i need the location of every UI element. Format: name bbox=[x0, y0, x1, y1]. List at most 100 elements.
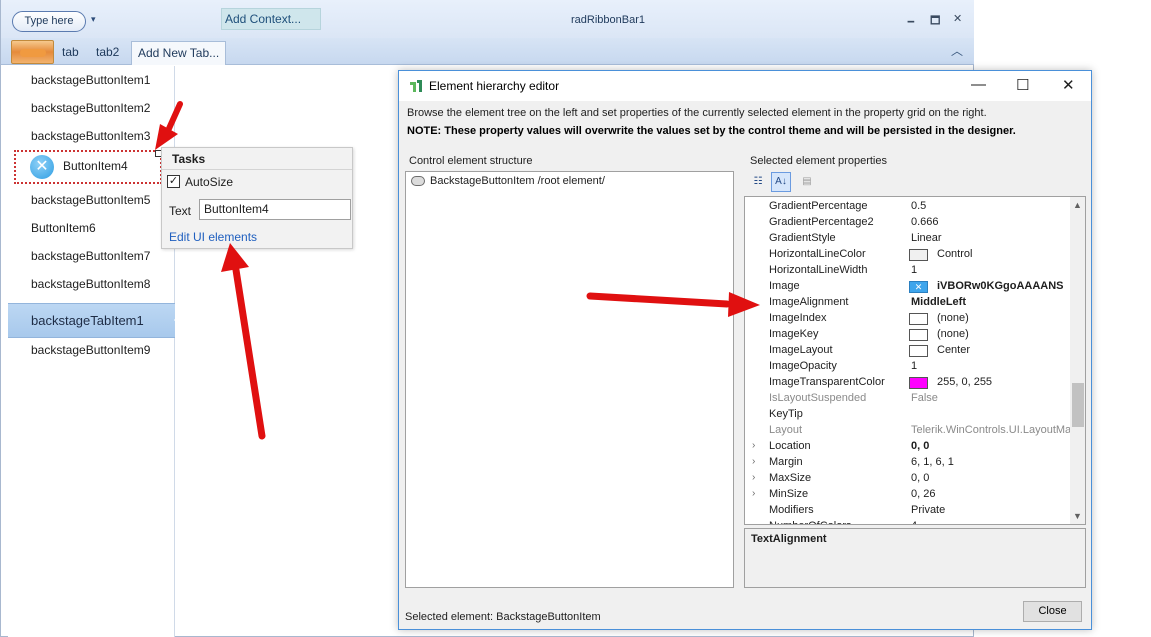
autosize-label: AutoSize bbox=[185, 175, 234, 189]
property-row[interactable]: › MaxSize 0, 0 bbox=[745, 471, 1070, 487]
property-row[interactable]: KeyTip bbox=[745, 407, 1070, 423]
property-value[interactable]: Private bbox=[911, 504, 945, 516]
add-context-tab[interactable]: Add Context... bbox=[221, 8, 321, 30]
ribbon-maximize-icon[interactable]: 🗖 bbox=[930, 12, 940, 31]
property-name: ImageTransparentColor bbox=[769, 376, 885, 388]
property-row[interactable]: › Margin 6, 1, 6, 1 bbox=[745, 455, 1070, 471]
property-name: Margin bbox=[769, 456, 803, 468]
property-row[interactable]: GradientPercentage2 0.666 bbox=[745, 215, 1070, 231]
backstage-item-selected-label[interactable]: ButtonItem4 bbox=[63, 159, 128, 173]
property-value[interactable]: (none) bbox=[937, 328, 969, 340]
expand-chevron-icon[interactable]: › bbox=[752, 472, 755, 483]
property-value[interactable]: 0, 0 bbox=[911, 472, 929, 484]
tree-root-node[interactable]: BackstageButtonItem /root element/ bbox=[430, 175, 605, 187]
backstage-item[interactable]: backstageButtonItem9 bbox=[8, 336, 175, 364]
property-value[interactable]: MiddleLeft bbox=[911, 296, 966, 308]
quick-access-type-here-button[interactable]: Type here bbox=[12, 11, 86, 32]
close-button[interactable]: Close bbox=[1023, 601, 1082, 622]
property-value[interactable]: 0.666 bbox=[911, 216, 939, 228]
property-name: MaxSize bbox=[769, 472, 812, 484]
ribbon-minimize-icon[interactable]: 🗕 bbox=[907, 12, 915, 31]
property-value[interactable]: 1 bbox=[911, 360, 917, 372]
backstage-item[interactable]: backstageButtonItem1 bbox=[8, 66, 175, 94]
backstage-item[interactable]: ButtonItem6 bbox=[8, 214, 175, 242]
property-grid-scrollbar[interactable]: ▲ ▼ bbox=[1070, 197, 1085, 524]
property-value[interactable]: (none) bbox=[937, 312, 969, 324]
property-value[interactable]: 0.5 bbox=[911, 200, 926, 212]
dialog-minimize-icon[interactable]: — bbox=[971, 76, 986, 93]
property-pages-icon[interactable]: ▤ bbox=[797, 172, 817, 192]
ribbon-caption: radRibbonBar1 bbox=[571, 14, 645, 26]
status-selected-element: Selected element: BackstageButtonItem bbox=[405, 611, 601, 623]
backstage-item[interactable]: backstageButtonItem5 bbox=[8, 186, 175, 214]
property-value[interactable]: iVBORw0KGgoAAAANS bbox=[937, 280, 1064, 292]
expand-chevron-icon[interactable]: › bbox=[752, 440, 755, 451]
property-row[interactable]: Modifiers Private bbox=[745, 503, 1070, 519]
property-row[interactable]: ImageAlignment MiddleLeft bbox=[745, 295, 1070, 311]
property-row[interactable]: HorizontalLineWidth 1 bbox=[745, 263, 1070, 279]
dialog-maximize-icon[interactable]: ☐ bbox=[1016, 76, 1029, 94]
scroll-down-icon[interactable]: ▼ bbox=[1073, 511, 1082, 521]
scroll-thumb[interactable] bbox=[1072, 383, 1084, 427]
property-row[interactable]: Image ✕ iVBORw0KGgoAAAANS bbox=[745, 279, 1070, 295]
expand-chevron-icon[interactable]: › bbox=[752, 488, 755, 499]
property-value[interactable]: 1 bbox=[911, 264, 917, 276]
property-row[interactable]: › Location 0, 0 bbox=[745, 439, 1070, 455]
edit-ui-elements-link[interactable]: Edit UI elements bbox=[169, 230, 257, 244]
property-value[interactable]: Linear bbox=[911, 232, 942, 244]
property-row[interactable]: ImageLayout Center bbox=[745, 343, 1070, 359]
property-row[interactable]: ImageTransparentColor 255, 0, 255 bbox=[745, 375, 1070, 391]
backstage-item[interactable]: backstageButtonItem2 bbox=[8, 94, 175, 122]
property-row[interactable]: ImageOpacity 1 bbox=[745, 359, 1070, 375]
property-row[interactable]: IsLayoutSuspended False bbox=[745, 391, 1070, 407]
property-value[interactable]: 0, 26 bbox=[911, 488, 935, 500]
categorized-view-icon[interactable]: ☷ bbox=[748, 172, 768, 192]
property-grid-toolbar: ☷ A↓ ▤ bbox=[745, 171, 1087, 195]
scroll-up-icon[interactable]: ▲ bbox=[1073, 200, 1082, 210]
tab-add-new[interactable]: Add New Tab... bbox=[131, 41, 227, 65]
property-value[interactable]: 255, 0, 255 bbox=[937, 376, 992, 388]
dialog-title: Element hierarchy editor bbox=[429, 79, 560, 93]
tab-tab[interactable]: tab bbox=[56, 41, 85, 65]
expand-chevron-icon[interactable]: › bbox=[752, 456, 755, 467]
backstage-item[interactable]: backstageButtonItem8 bbox=[8, 270, 175, 298]
property-row[interactable]: ImageKey (none) bbox=[745, 327, 1070, 343]
backstage-item[interactable]: backstageButtonItem3 bbox=[8, 122, 175, 150]
property-value[interactable]: Telerik.WinControls.UI.LayoutMan bbox=[911, 424, 1071, 436]
property-row[interactable]: HorizontalLineColor Control bbox=[745, 247, 1070, 263]
dialog-titlebar: Element hierarchy editor — ☐ ✕ bbox=[399, 71, 1091, 101]
backstage-menu: backstageButtonItem1 backstageButtonItem… bbox=[8, 66, 182, 637]
color-swatch bbox=[909, 377, 928, 389]
property-value[interactable]: 0, 0 bbox=[911, 440, 929, 452]
color-swatch bbox=[909, 313, 928, 325]
tasks-title: Tasks bbox=[172, 152, 206, 166]
text-field[interactable]: ButtonItem4 bbox=[199, 199, 351, 220]
property-row[interactable]: › MinSize 0, 26 bbox=[745, 487, 1070, 503]
color-swatch bbox=[909, 345, 928, 357]
autosize-checkbox[interactable]: ✓ bbox=[167, 175, 180, 188]
quick-access-dropdown-icon[interactable]: ▾ bbox=[91, 14, 96, 25]
property-value[interactable]: Control bbox=[937, 248, 972, 260]
ribbon-collapse-icon[interactable]: ︿ bbox=[951, 42, 963, 59]
property-row[interactable]: GradientStyle Linear bbox=[745, 231, 1070, 247]
properties-caption: Selected element properties bbox=[750, 155, 887, 167]
backstage-item[interactable]: backstageButtonItem7 bbox=[8, 242, 175, 270]
property-row[interactable]: Layout Telerik.WinControls.UI.LayoutMan bbox=[745, 423, 1071, 439]
property-row[interactable]: ImageIndex (none) bbox=[745, 311, 1070, 327]
property-row[interactable]: GradientPercentage 0.5 bbox=[745, 199, 1070, 215]
property-name: GradientPercentage2 bbox=[769, 216, 874, 228]
property-value[interactable]: 4 bbox=[911, 520, 917, 524]
alphabetical-sort-icon[interactable]: A↓ bbox=[771, 172, 791, 192]
dialog-close-icon[interactable]: ✕ bbox=[1062, 76, 1075, 94]
property-value[interactable]: 6, 1, 6, 1 bbox=[911, 456, 954, 468]
property-row[interactable]: NumberOfColors 4 bbox=[745, 519, 1070, 524]
element-tree[interactable]: BackstageButtonItem /root element/ bbox=[405, 171, 734, 588]
ribbon-titlebar: Type here ▾ Add Context... radRibbonBar1… bbox=[1, 0, 974, 38]
tab-tab2[interactable]: tab2 bbox=[90, 41, 125, 65]
property-grid[interactable]: NumberOfColors 4 Modifiers Private › MinSize 0… bbox=[744, 196, 1086, 525]
ribbon-close-icon[interactable]: ✕ bbox=[953, 12, 962, 25]
application-menu-button[interactable] bbox=[11, 40, 54, 64]
property-value[interactable]: False bbox=[911, 392, 938, 404]
backstage-tab-item[interactable]: backstageTabItem1 bbox=[8, 303, 175, 338]
property-value[interactable]: Center bbox=[937, 344, 970, 356]
